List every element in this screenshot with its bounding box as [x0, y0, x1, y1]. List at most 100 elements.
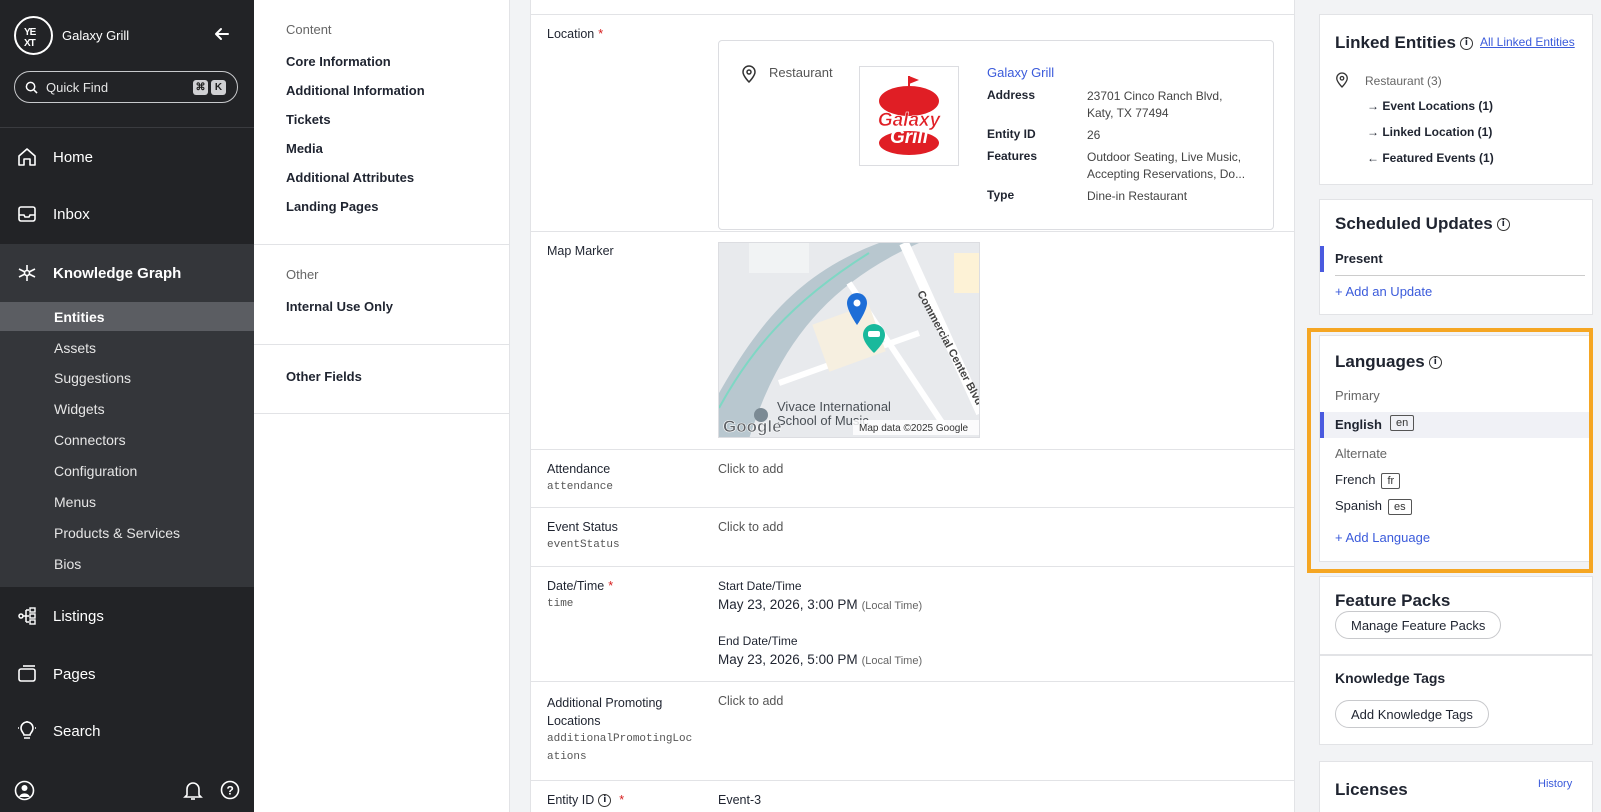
- licenses-title: Licenses: [1335, 780, 1408, 799]
- event-status-label: Event Status: [547, 520, 618, 534]
- promoting-locations-value[interactable]: Click to add: [718, 694, 783, 708]
- attendance-row[interactable]: Attendance attendance Click to add: [531, 449, 1296, 507]
- content-nav-tickets[interactable]: Tickets: [286, 112, 331, 127]
- content-nav-landing-pages[interactable]: Landing Pages: [286, 199, 378, 214]
- datetime-api-name: time: [547, 598, 574, 610]
- user-avatar-icon[interactable]: [14, 780, 35, 801]
- end-datetime-value[interactable]: May 23, 2026, 5:00 PM (Local Time): [718, 652, 922, 667]
- entity-id-value[interactable]: Event-3: [718, 793, 761, 807]
- content-nav-additional-attributes[interactable]: Additional Attributes: [286, 170, 414, 185]
- add-update-link[interactable]: + Add an Update: [1335, 284, 1432, 299]
- content-nav-media[interactable]: Media: [286, 141, 323, 156]
- primary-heading: Primary: [1335, 388, 1380, 403]
- event-status-row[interactable]: Event Status eventStatus Click to add: [531, 507, 1296, 566]
- datetime-row[interactable]: Date/Time * time Start Date/Time May 23, …: [531, 566, 1296, 681]
- nav-knowledge-graph[interactable]: Knowledge Graph: [0, 244, 254, 302]
- subnav-configuration[interactable]: Configuration: [0, 456, 254, 485]
- add-knowledge-tags-button[interactable]: Add Knowledge Tags: [1335, 700, 1489, 728]
- additional-promoting-locations-row[interactable]: Additional Promoting Locations additional…: [531, 681, 1296, 780]
- linked-entity-name[interactable]: Galaxy Grill: [987, 65, 1054, 80]
- info-icon[interactable]: i: [1459, 37, 1473, 51]
- features-key: Features: [987, 149, 1038, 163]
- promoting-locations-label: Additional Promoting Locations: [547, 696, 663, 728]
- linked-entities-title: Linked Entities i: [1335, 33, 1473, 53]
- subnav-widgets[interactable]: Widgets: [0, 394, 254, 423]
- add-language-link[interactable]: + Add Language: [1335, 530, 1430, 545]
- svg-text:YE: YE: [24, 27, 37, 38]
- home-icon: [18, 148, 36, 166]
- scheduled-divider: [1335, 275, 1585, 276]
- subnav-entities[interactable]: Entities: [0, 302, 254, 331]
- content-nav-internal-use-only[interactable]: Internal Use Only: [286, 299, 393, 314]
- subnav-bios[interactable]: Bios: [0, 549, 254, 578]
- subnav-products-services[interactable]: Products & Services: [0, 518, 254, 547]
- search-lightbulb-icon: [18, 721, 36, 739]
- entity-id-row[interactable]: Entity ID i * Event-3: [531, 780, 1296, 812]
- manage-feature-packs-button[interactable]: Manage Feature Packs: [1335, 611, 1502, 639]
- alternate-language-spanish[interactable]: Spanish es: [1335, 498, 1412, 515]
- map-pin-icon: [1336, 72, 1348, 88]
- search-icon: [25, 81, 38, 94]
- all-linked-entities-link[interactable]: All Linked Entities: [1480, 35, 1575, 49]
- knowledge-tags-card: Knowledge Tags Add Knowledge Tags: [1319, 655, 1593, 745]
- content-nav-core-information[interactable]: Core Information: [286, 54, 391, 69]
- map-preview[interactable]: Commercial Center Blvd Vivace Internatio…: [718, 242, 980, 438]
- content-nav-divider: [254, 344, 510, 345]
- entity-id-label: Entity ID i *: [547, 793, 625, 808]
- language-code-badge: en: [1390, 415, 1415, 431]
- info-icon[interactable]: i: [1428, 356, 1442, 370]
- knowledge-tags-title: Knowledge Tags: [1335, 670, 1446, 686]
- content-nav-additional-information[interactable]: Additional Information: [286, 83, 425, 98]
- sidebar: YE XT Galaxy Grill Quick Find ⌘ K Home In…: [0, 0, 254, 812]
- languages-title: Languages i: [1335, 352, 1442, 372]
- collapse-sidebar-icon[interactable]: [212, 24, 232, 44]
- cmd-key: ⌘: [193, 80, 208, 95]
- content-nav-other-fields[interactable]: Other Fields: [286, 369, 362, 384]
- subnav-suggestions[interactable]: Suggestions: [0, 363, 254, 392]
- info-icon[interactable]: i: [598, 794, 612, 808]
- history-link[interactable]: History: [1538, 778, 1572, 790]
- location-field-row[interactable]: Location * Restaurant Galaxy Grill Galaxy…: [531, 14, 1296, 231]
- type-key: Type: [987, 188, 1015, 202]
- start-datetime-value[interactable]: May 23, 2026, 3:00 PM (Local Time): [718, 597, 922, 612]
- map-marker-label: Map Marker: [547, 244, 614, 258]
- linked-event-locations[interactable]: → Event Locations (1): [1367, 99, 1493, 113]
- nav-search[interactable]: Search: [0, 702, 254, 760]
- feature-packs-card: Feature Packs Manage Feature Packs: [1319, 576, 1593, 655]
- subnav-assets[interactable]: Assets: [0, 333, 254, 362]
- bell-icon[interactable]: [183, 780, 203, 801]
- scheduled-updates-card: Scheduled Updates i Present + Add an Upda…: [1319, 199, 1593, 315]
- nav-listings-label: Listings: [53, 607, 104, 625]
- help-icon[interactable]: ?: [220, 780, 240, 800]
- primary-language-english[interactable]: English en: [1320, 412, 1592, 438]
- entity-fields: Location * Restaurant Galaxy Grill Galaxy…: [530, 0, 1296, 812]
- account-switcher[interactable]: YE XT Galaxy Grill: [14, 16, 129, 55]
- subnav-connectors[interactable]: Connectors: [0, 425, 254, 454]
- nav-pages[interactable]: Pages: [0, 645, 254, 703]
- nav-search-label: Search: [53, 722, 101, 740]
- listings-icon: [18, 607, 36, 625]
- subnav-menus[interactable]: Menus: [0, 487, 254, 516]
- linked-location-card[interactable]: Restaurant Galaxy Grill Galaxy Grill Add…: [718, 40, 1274, 230]
- nav-home[interactable]: Home: [0, 128, 254, 186]
- address-value: 23701 Cinco Ranch Blvd, Katy, TX 77494: [1087, 89, 1223, 120]
- knowledge-graph-subnav: Entities Assets Suggestions Widgets Conn…: [0, 302, 254, 587]
- language-code-badge: es: [1387, 499, 1412, 515]
- info-icon[interactable]: i: [1496, 218, 1510, 232]
- nav-listings[interactable]: Listings: [0, 587, 254, 645]
- entity-id-key: Entity ID: [987, 127, 1036, 141]
- inbox-icon: [18, 206, 36, 222]
- quick-find-input[interactable]: Quick Find ⌘ K: [14, 71, 238, 103]
- present-band[interactable]: Present: [1320, 246, 1592, 272]
- linked-featured-events[interactable]: ← Featured Events (1): [1367, 151, 1494, 165]
- event-status-value[interactable]: Click to add: [718, 520, 783, 534]
- linked-linked-location[interactable]: → Linked Location (1): [1367, 125, 1492, 139]
- other-heading: Other: [286, 267, 319, 282]
- features-value: Outdoor Seating, Live Music, Accepting Re…: [1087, 150, 1246, 181]
- nav-inbox[interactable]: Inbox: [0, 185, 254, 243]
- account-name: Galaxy Grill: [62, 28, 130, 43]
- alternate-language-french[interactable]: French fr: [1335, 472, 1401, 489]
- attendance-label: Attendance: [547, 462, 611, 476]
- svg-text:Map data ©2025 Google: Map data ©2025 Google: [859, 423, 969, 434]
- attendance-value[interactable]: Click to add: [718, 462, 783, 476]
